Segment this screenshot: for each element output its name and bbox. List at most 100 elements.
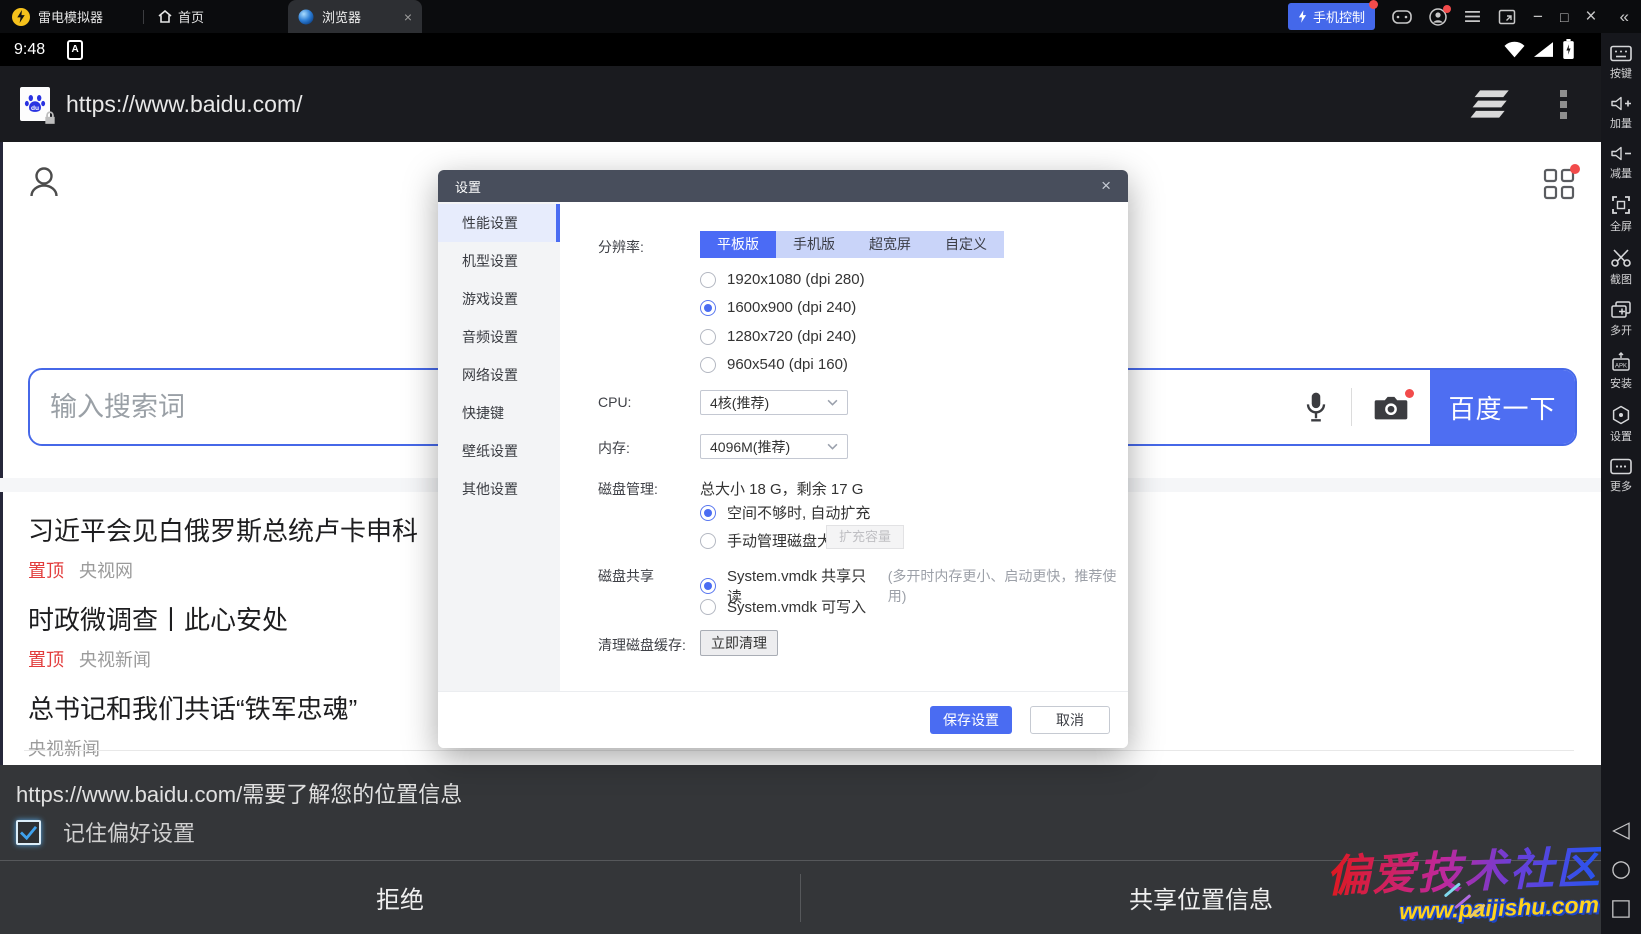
gamepad-button[interactable] bbox=[1392, 10, 1412, 24]
android-recents-button[interactable]: □ bbox=[1610, 897, 1632, 920]
toolbar-fullscreen[interactable]: 全屏 bbox=[1610, 195, 1632, 234]
toolbar-volume-down[interactable]: 减量 bbox=[1610, 145, 1632, 181]
settings-nav-network[interactable]: 网络设置 bbox=[438, 356, 560, 394]
settings-dialog: 设置 × 性能设置 机型设置 游戏设置 音频设置 网络设置 快捷键 壁纸设置 其… bbox=[438, 170, 1128, 748]
memory-label: 内存: bbox=[598, 438, 630, 458]
maximize-button[interactable]: □ bbox=[1560, 10, 1568, 24]
ime-indicator-icon: A bbox=[67, 40, 83, 60]
toolbar-settings[interactable]: 设置 bbox=[1610, 405, 1632, 444]
share-location-button[interactable]: 共享位置信息 bbox=[801, 861, 1601, 934]
home-tab[interactable]: 首页 bbox=[158, 7, 204, 26]
radio-off-icon[interactable] bbox=[700, 599, 716, 615]
minimize-button[interactable]: − bbox=[1533, 8, 1543, 25]
radio-off-icon[interactable] bbox=[700, 533, 716, 549]
apps-grid-button[interactable] bbox=[1543, 168, 1575, 200]
android-statusbar: 9:48 A bbox=[0, 33, 1601, 66]
resolution-option[interactable]: 960x540 (dpi 160) bbox=[700, 356, 848, 373]
browser-tab[interactable]: 浏览器 × bbox=[288, 0, 422, 33]
emulator-toolbar: 按键 加量 减量 全屏 截图 多开 APK 安装 设置 更多 ◁ ○ □ bbox=[1601, 33, 1641, 934]
hamburger-icon bbox=[1464, 10, 1481, 23]
resolution-option[interactable]: 1280x720 (dpi 240) bbox=[700, 328, 856, 345]
clean-now-button[interactable]: 立即清理 bbox=[700, 630, 778, 656]
share-note: (多开时内存更小、启动更快，推荐使用) bbox=[888, 566, 1128, 606]
notification-dot bbox=[1570, 164, 1580, 174]
svg-text:du: du bbox=[31, 105, 39, 112]
expand-capacity-button[interactable]: 扩充容量 bbox=[826, 525, 904, 549]
resolution-option[interactable]: 1600x900 (dpi 240) bbox=[700, 299, 856, 316]
resolution-label: 分辨率: bbox=[598, 237, 644, 257]
page-left-edge bbox=[0, 142, 3, 765]
collapse-sidebar-button[interactable]: « bbox=[1620, 8, 1629, 25]
memory-select[interactable]: 4096M(推荐) bbox=[700, 434, 848, 459]
settings-nav-device[interactable]: 机型设置 bbox=[438, 242, 560, 280]
radio-on-icon[interactable] bbox=[700, 578, 716, 594]
radio-on-icon[interactable] bbox=[700, 300, 716, 316]
settings-nav-audio[interactable]: 音频设置 bbox=[438, 318, 560, 356]
toolbar-volume-up[interactable]: 加量 bbox=[1610, 95, 1632, 131]
radio-on-icon[interactable] bbox=[700, 505, 716, 521]
toolbar-more[interactable]: 更多 bbox=[1610, 458, 1632, 494]
voice-search-button[interactable] bbox=[1303, 391, 1329, 423]
toolbar-install-apk[interactable]: APK 安装 bbox=[1610, 352, 1632, 391]
toolbar-screenshot[interactable]: 截图 bbox=[1610, 248, 1632, 287]
settings-nav-other[interactable]: 其他设置 bbox=[438, 470, 560, 508]
settings-nav-performance[interactable]: 性能设置 bbox=[438, 204, 560, 242]
baidu-search-button[interactable]: 百度一下 bbox=[1430, 370, 1575, 444]
home-icon bbox=[158, 10, 172, 23]
tabs-stack-icon[interactable] bbox=[1470, 89, 1512, 119]
deny-button[interactable]: 拒绝 bbox=[0, 861, 800, 934]
cpu-label: CPU: bbox=[598, 394, 631, 410]
browser-tab-label: 浏览器 bbox=[322, 7, 361, 26]
close-button[interactable]: × bbox=[1585, 7, 1596, 26]
wifi-icon bbox=[1504, 41, 1525, 58]
radio-off-icon[interactable] bbox=[700, 272, 716, 288]
fullscreen-icon bbox=[1611, 195, 1631, 215]
notification-dot bbox=[1369, 0, 1378, 9]
news-source: 央视新闻 bbox=[79, 646, 151, 672]
microphone-icon bbox=[1303, 391, 1329, 423]
dialog-title: 设置 bbox=[455, 177, 481, 196]
disk-label: 磁盘管理: bbox=[598, 479, 658, 499]
toolbar-multi-instance[interactable]: 多开 bbox=[1610, 301, 1632, 338]
volume-down-icon bbox=[1610, 145, 1632, 162]
tab-custom[interactable]: 自定义 bbox=[928, 231, 1004, 258]
tab-phone[interactable]: 手机版 bbox=[776, 231, 852, 258]
remember-checkbox[interactable] bbox=[16, 820, 41, 845]
disk-auto-option[interactable]: 空间不够时, 自动扩充 bbox=[700, 502, 870, 523]
image-search-button[interactable] bbox=[1374, 394, 1408, 421]
phone-control-button[interactable]: 手机控制 bbox=[1288, 3, 1375, 30]
settings-nav-game[interactable]: 游戏设置 bbox=[438, 280, 560, 318]
lock-icon bbox=[43, 111, 57, 125]
tab-tablet[interactable]: 平板版 bbox=[700, 231, 776, 258]
url-text[interactable]: https://www.baidu.com/ bbox=[66, 91, 303, 118]
save-settings-button[interactable]: 保存设置 bbox=[930, 706, 1012, 734]
settings-nav-wallpaper[interactable]: 壁纸设置 bbox=[438, 432, 560, 470]
settings-nav-shortcuts[interactable]: 快捷键 bbox=[438, 394, 560, 432]
android-back-button[interactable]: ◁ bbox=[1612, 819, 1630, 842]
android-home-button[interactable]: ○ bbox=[1611, 858, 1631, 881]
tab-ultrawide[interactable]: 超宽屏 bbox=[852, 231, 928, 258]
cpu-select[interactable]: 4核(推荐) bbox=[700, 390, 848, 415]
dialog-close-icon[interactable]: × bbox=[1101, 176, 1111, 196]
share-writable-option[interactable]: System.vmdk 可写入 bbox=[700, 596, 866, 617]
radio-off-icon[interactable] bbox=[700, 329, 716, 345]
resize-icon bbox=[1498, 9, 1516, 25]
news-tag: 置顶 bbox=[28, 646, 64, 672]
disk-manual-option[interactable]: 手动管理磁盘大小 bbox=[700, 530, 847, 551]
cancel-button[interactable]: 取消 bbox=[1030, 706, 1110, 734]
resolution-tabs: 平板版 手机版 超宽屏 自定义 bbox=[700, 231, 1004, 258]
user-profile-icon[interactable] bbox=[26, 163, 62, 201]
tab-close-icon[interactable]: × bbox=[404, 9, 412, 25]
permission-message: https://www.baidu.com/需要了解您的位置信息 bbox=[16, 777, 462, 809]
account-button[interactable] bbox=[1429, 8, 1447, 26]
resolution-option[interactable]: 1920x1080 (dpi 280) bbox=[700, 271, 865, 288]
toolbar-keymap[interactable]: 按键 bbox=[1610, 45, 1632, 81]
clean-cache-label: 清理磁盘缓存: bbox=[598, 635, 686, 655]
browser-menu-icon[interactable] bbox=[1560, 90, 1567, 119]
radio-off-icon[interactable] bbox=[700, 357, 716, 373]
dialog-titlebar: 设置 × bbox=[438, 170, 1128, 202]
resize-window-button[interactable] bbox=[1498, 9, 1516, 25]
scissors-icon bbox=[1610, 248, 1632, 268]
keyboard-icon bbox=[1610, 45, 1632, 62]
menu-button[interactable] bbox=[1464, 10, 1481, 23]
